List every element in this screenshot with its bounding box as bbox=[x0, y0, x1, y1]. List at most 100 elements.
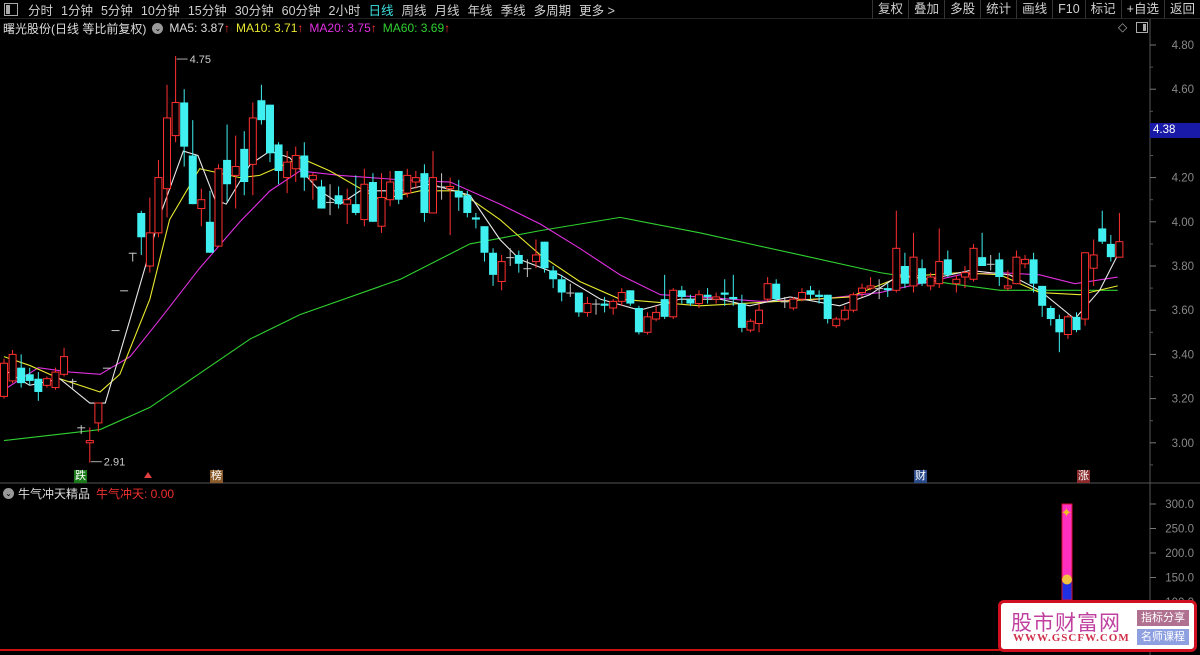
candle-body-up bbox=[1021, 258, 1030, 265]
marker-die[interactable]: 跌 bbox=[74, 470, 87, 483]
candle-body-up bbox=[969, 247, 978, 280]
candle-body-down bbox=[1038, 285, 1047, 306]
candle-body-up bbox=[866, 285, 875, 289]
candle-body-up bbox=[746, 320, 755, 331]
candle-body-up bbox=[497, 261, 506, 282]
marker-zhang[interactable]: 涨 bbox=[1077, 470, 1090, 483]
candle-body-down bbox=[1098, 228, 1107, 242]
candle-body-up bbox=[1063, 316, 1072, 336]
sub-y-tick-label: 150.0 bbox=[1165, 573, 1194, 585]
candle-body-down bbox=[918, 268, 927, 284]
marker-cai[interactable]: 财 bbox=[914, 470, 927, 483]
candle-body-down bbox=[351, 204, 360, 213]
money-bag-icon bbox=[1062, 574, 1072, 585]
chevron-down-icon[interactable]: ⌄ bbox=[3, 488, 14, 499]
current-price-tag: 4.38 bbox=[1150, 123, 1200, 138]
y-tick-label: 4.00 bbox=[1172, 217, 1194, 229]
candle-body-up bbox=[789, 298, 798, 309]
candle-body-down bbox=[1029, 259, 1038, 284]
candle-body-up bbox=[755, 309, 764, 324]
candle-body-down bbox=[686, 299, 695, 304]
candle-body-down bbox=[34, 378, 43, 392]
candle-body-down bbox=[549, 270, 558, 280]
candle-body-down bbox=[17, 367, 26, 384]
tag-courses[interactable]: 名师课程 bbox=[1137, 629, 1189, 645]
tag-indicator-share[interactable]: 指标分享 bbox=[1137, 610, 1189, 626]
butterfly-icon: ✦ bbox=[1061, 505, 1072, 520]
candle-body-up bbox=[1081, 252, 1090, 320]
candle-body-down bbox=[626, 290, 635, 304]
candle-body-up bbox=[248, 117, 257, 165]
candle-body-up bbox=[8, 353, 17, 382]
candle-body-up bbox=[909, 256, 918, 287]
kline-chart[interactable]: 4.804.604.404.204.003.803.603.403.203.00… bbox=[0, 0, 1200, 655]
candle-doji bbox=[986, 263, 995, 265]
low-annotation: 2.91 bbox=[104, 457, 125, 469]
candle-doji bbox=[77, 427, 86, 429]
candle-body-down bbox=[223, 159, 232, 185]
y-tick-label: 4.80 bbox=[1172, 40, 1194, 52]
candle-body-down bbox=[257, 100, 266, 121]
sub-y-tick-label: 250.0 bbox=[1165, 524, 1194, 536]
candle-body-up bbox=[0, 362, 8, 397]
candle-body-up bbox=[85, 440, 94, 444]
candle-body-down bbox=[978, 257, 987, 266]
candle-body-down bbox=[600, 303, 609, 306]
candle-body-up bbox=[360, 183, 369, 221]
candle-body-up bbox=[308, 174, 317, 181]
indicator-value: 牛气冲天: 0.00 bbox=[96, 487, 175, 501]
candle-body-up bbox=[1089, 254, 1098, 269]
candle-doji bbox=[875, 288, 884, 290]
candle-body-up bbox=[712, 296, 721, 300]
candle-body-up bbox=[763, 283, 772, 300]
candle-body-up bbox=[163, 117, 172, 190]
candle-body-up bbox=[892, 247, 901, 291]
candle-body-up bbox=[840, 309, 849, 320]
indicator-title: 牛气冲天精品 bbox=[18, 487, 91, 501]
candle-body-up bbox=[617, 292, 626, 302]
candle-body-up bbox=[652, 311, 661, 320]
candle-body-down bbox=[471, 217, 480, 220]
candle-doji bbox=[111, 330, 120, 332]
marker-triangle-icon[interactable] bbox=[144, 472, 152, 478]
candle-body-up bbox=[952, 278, 961, 285]
candle-body-up bbox=[643, 316, 652, 333]
sub-y-tick-label: 300.0 bbox=[1165, 499, 1194, 511]
candle-body-down bbox=[25, 374, 34, 381]
candle-body-down bbox=[772, 283, 781, 300]
candle-body-down bbox=[317, 186, 326, 209]
candle-body-up bbox=[694, 294, 703, 305]
candle-body-down bbox=[557, 279, 566, 293]
candle-body-down bbox=[334, 195, 343, 205]
candle-doji bbox=[102, 367, 111, 369]
candle-body-up bbox=[145, 232, 154, 267]
watermark-banner[interactable]: 股市财富网 WWW.GSCFW.COM 指标分享 名师课程 bbox=[998, 600, 1197, 652]
candle-doji bbox=[566, 292, 575, 294]
marker-bang[interactable]: 榜 bbox=[210, 470, 223, 483]
candle-body-down bbox=[180, 102, 189, 147]
candle-body-down bbox=[737, 303, 746, 328]
candle-body-down bbox=[394, 170, 403, 200]
candle-body-down bbox=[720, 292, 729, 295]
candle-body-up bbox=[1003, 285, 1012, 289]
candle-body-up bbox=[42, 378, 51, 386]
candle-body-down bbox=[703, 294, 712, 297]
candle-body-down bbox=[368, 182, 377, 222]
y-tick-label: 3.20 bbox=[1172, 394, 1194, 406]
candle-body-down bbox=[995, 259, 1004, 278]
candle-body-up bbox=[849, 294, 858, 311]
candle-body-down bbox=[420, 173, 429, 213]
candle-body-up bbox=[411, 177, 420, 183]
candle-body-down bbox=[806, 290, 815, 295]
candle-body-up bbox=[609, 300, 618, 309]
candle-body-up bbox=[832, 318, 841, 327]
candle-body-down bbox=[188, 155, 197, 205]
candle-body-up bbox=[531, 254, 540, 263]
y-tick-label: 3.40 bbox=[1172, 349, 1194, 361]
candle-body-down bbox=[943, 259, 952, 275]
candle-doji bbox=[437, 186, 446, 188]
candle-body-up bbox=[231, 166, 240, 176]
candle-doji bbox=[592, 303, 601, 305]
candle-body-down bbox=[480, 226, 489, 253]
candle-body-down bbox=[574, 292, 583, 313]
